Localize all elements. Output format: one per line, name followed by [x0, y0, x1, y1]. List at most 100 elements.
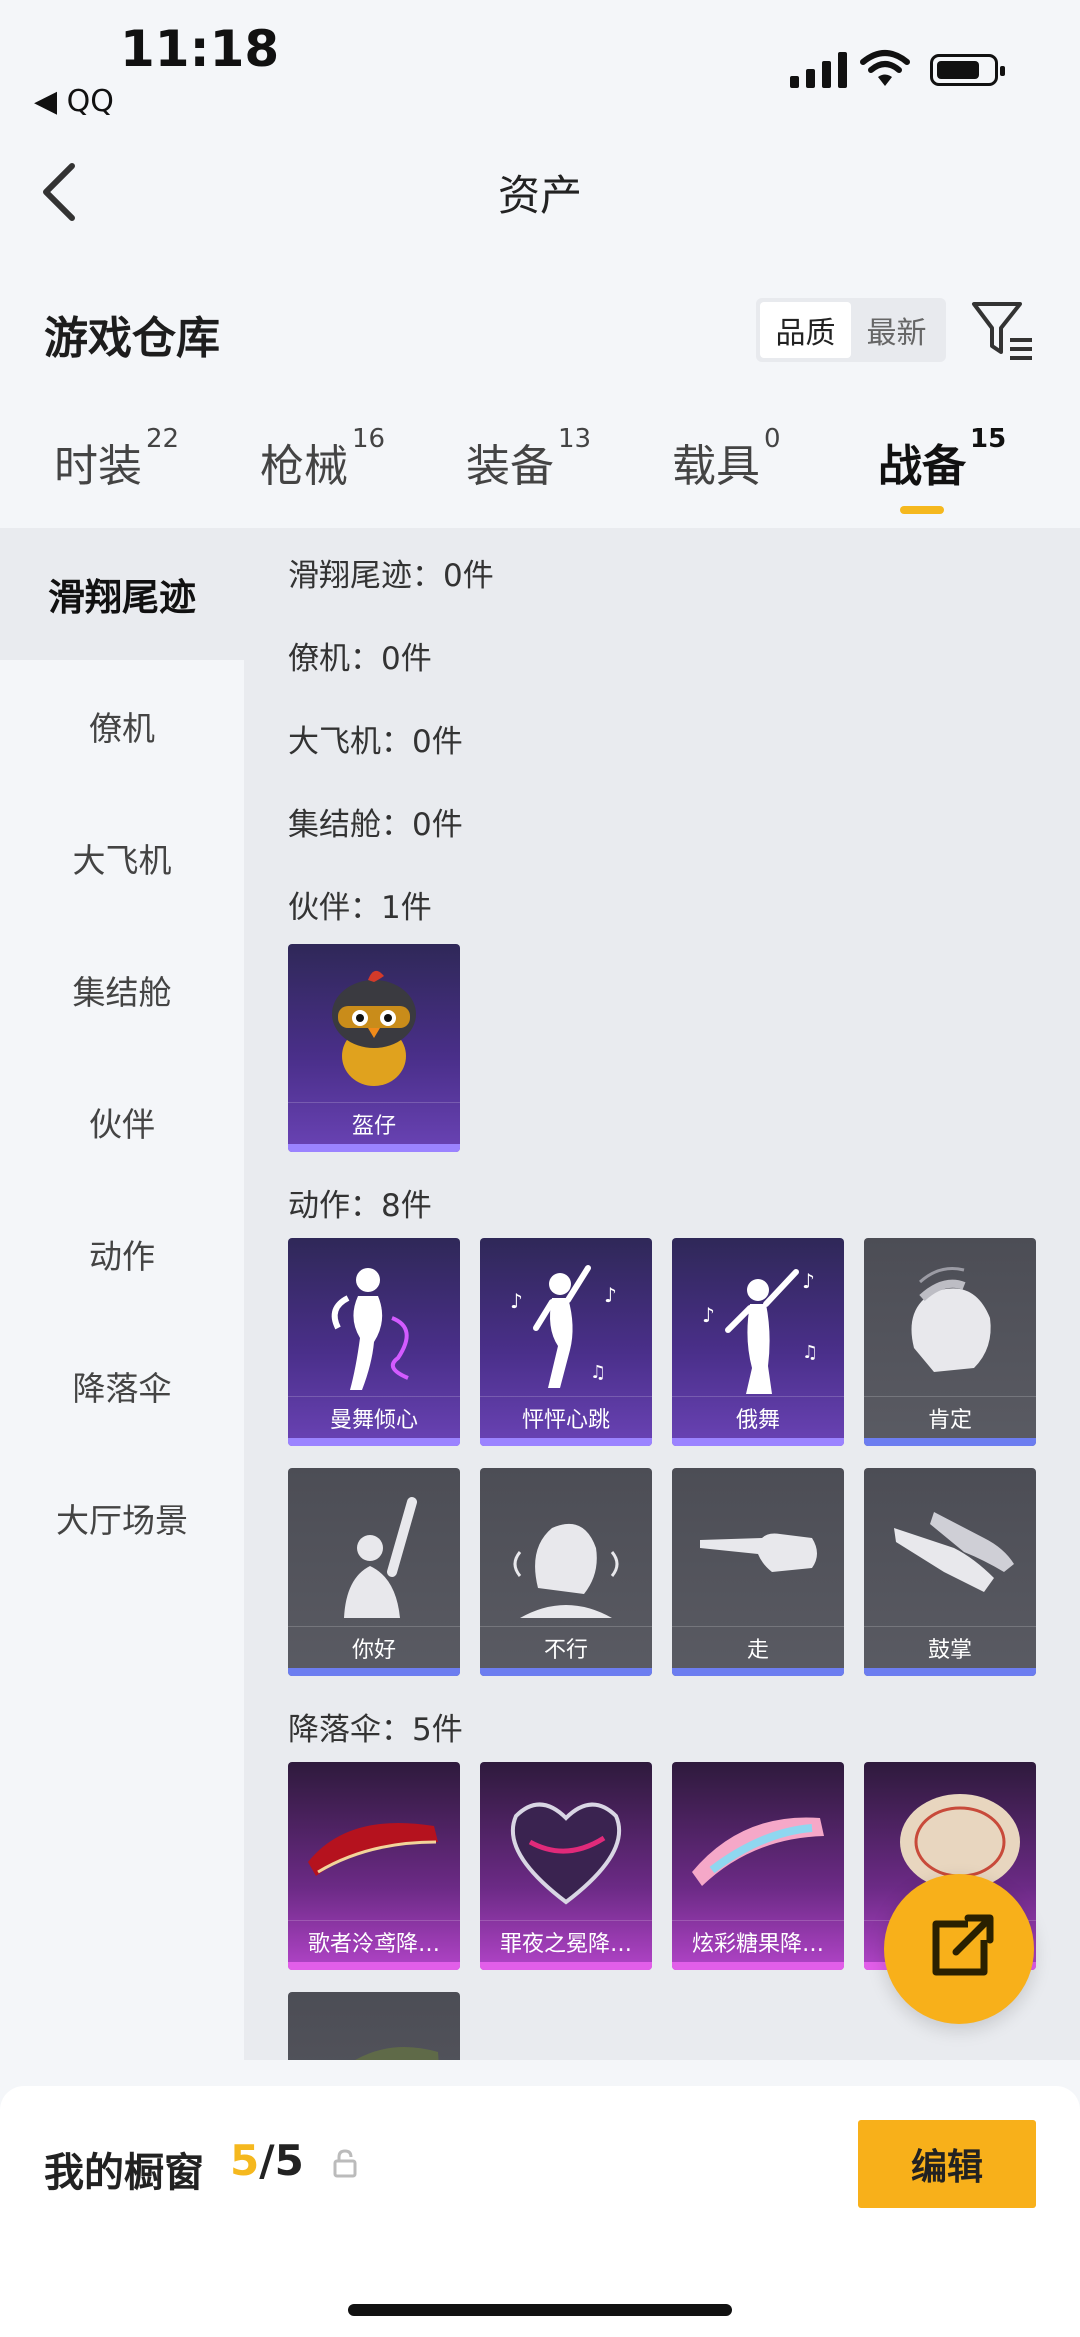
parachute-icon: [355, 2047, 439, 2060]
item-name: 肯定: [864, 1396, 1036, 1438]
sidebar-item-glide-trail[interactable]: 滑翔尾迹: [0, 528, 244, 660]
dance-icon: ♪ ♪ ♫: [702, 1269, 818, 1394]
showcase-count-current: 5: [230, 2136, 260, 2185]
item-list: 滑翔尾迹：0件 僚机：0件 大飞机：0件 集结舱：0件 伙伴：1件 盔仔 动作：…: [244, 528, 1080, 2060]
tab-combat-supplies[interactable]: 战备15: [878, 424, 1006, 494]
item-card-companion[interactable]: 盔仔: [288, 944, 460, 1152]
item-card-emote[interactable]: ♪ ♪ ♫ 俄舞: [672, 1238, 844, 1446]
rarity-bar: [864, 1668, 1036, 1676]
item-card-emote[interactable]: 曼舞倾心: [288, 1238, 460, 1446]
rarity-bar: [288, 1144, 460, 1152]
sidebar-item-assembly-pod[interactable]: 集结舱: [0, 924, 244, 1056]
item-name: 怦怦心跳: [480, 1396, 652, 1438]
svg-text:♪: ♪: [510, 1289, 523, 1313]
item-card-parachute[interactable]: 罪夜之冕降…: [480, 1762, 652, 1970]
sort-quality-button[interactable]: 品质: [760, 302, 851, 358]
tab-vehicles[interactable]: 载具0: [672, 424, 781, 494]
item-card-parachute[interactable]: [288, 1992, 460, 2060]
rarity-bar: [480, 1962, 652, 1970]
share-button[interactable]: [884, 1874, 1034, 2024]
rarity-bar: [288, 1668, 460, 1676]
section-header-parachute: 降落伞：5件: [288, 1712, 463, 1748]
section-header-assembly-pod: 集结舱：0件: [288, 807, 463, 843]
dance-icon: [331, 1268, 409, 1390]
item-name: 曼舞倾心: [288, 1396, 460, 1438]
rarity-bar: [672, 1438, 844, 1446]
item-card-emote[interactable]: 不行: [480, 1468, 652, 1676]
tab-firearms[interactable]: 枪械16: [260, 424, 385, 494]
active-tab-indicator: [900, 506, 944, 514]
tab-count: 16: [352, 424, 386, 454]
sidebar-item-big-plane[interactable]: 大飞机: [0, 792, 244, 924]
showcase-count-total: /5: [259, 2136, 304, 2185]
sidebar-item-companion[interactable]: 伙伴: [0, 1056, 244, 1188]
point-hand-icon: [700, 1533, 817, 1572]
parachute-icon: [510, 1802, 622, 1905]
section-header-glide-trail: 滑翔尾迹：0件: [288, 558, 494, 594]
svg-text:♫: ♫: [802, 1342, 818, 1363]
rarity-bar: [288, 1438, 460, 1446]
item-card-emote[interactable]: 肯定: [864, 1238, 1036, 1446]
item-name: 俄舞: [672, 1396, 844, 1438]
item-name: 走: [672, 1626, 844, 1668]
item-card-emote[interactable]: ♪ ♪ ♫ 怦怦心跳: [480, 1238, 652, 1446]
item-card-parachute[interactable]: 炫彩糖果降…: [672, 1762, 844, 1970]
rarity-bar: [288, 1962, 460, 1970]
showcase-count: 5/5: [230, 2136, 304, 2185]
home-indicator[interactable]: [348, 2304, 732, 2316]
tab-label: 装备: [466, 441, 554, 492]
tab-count: 22: [146, 424, 180, 454]
section-header-wingman: 僚机：0件: [288, 641, 432, 677]
tab-label: 时装: [54, 441, 142, 492]
sort-segment: 品质 最新: [756, 298, 946, 362]
item-name: 你好: [288, 1626, 460, 1668]
tab-equipment[interactable]: 装备13: [466, 424, 591, 494]
item-name: 罪夜之冕降…: [480, 1920, 652, 1962]
item-card-emote[interactable]: 走: [672, 1468, 844, 1676]
item-name: 盔仔: [288, 1102, 460, 1144]
showcase-label: 我的橱窗: [44, 2150, 204, 2196]
back-to-app-link[interactable]: ◀ QQ: [34, 84, 114, 119]
section-header-companion: 伙伴：1件: [288, 890, 432, 926]
item-name: 鼓掌: [864, 1626, 1036, 1668]
item-card-emote[interactable]: 鼓掌: [864, 1468, 1036, 1676]
sidebar-item-parachute[interactable]: 降落伞: [0, 1320, 244, 1452]
parachute-icon: [692, 1817, 824, 1886]
tab-label: 战备: [878, 441, 966, 492]
sidebar-item-lobby-scene[interactable]: 大厅场景: [0, 1452, 244, 1584]
status-bar: 11:18 ◀ QQ: [0, 0, 1080, 130]
rarity-bar: [672, 1962, 844, 1970]
nod-icon: [911, 1267, 991, 1372]
sidebar-item-emotes[interactable]: 动作: [0, 1188, 244, 1320]
item-name: 炫彩糖果降…: [672, 1920, 844, 1962]
tab-count: 0: [764, 424, 781, 454]
signal-icon: [790, 52, 847, 88]
page-title: 资产: [497, 171, 582, 220]
battery-icon: [930, 54, 1005, 86]
tab-fashion[interactable]: 时装22: [54, 424, 179, 494]
rarity-bar: [864, 1438, 1036, 1446]
item-card-parachute[interactable]: 歌者泠鸢降…: [288, 1762, 460, 1970]
clap-icon: [894, 1512, 1014, 1592]
sort-newest-button[interactable]: 最新: [851, 302, 942, 358]
warehouse-title: 游戏仓库: [44, 313, 220, 364]
item-name: 歌者泠鸢降…: [288, 1920, 460, 1962]
tab-label: 载具: [672, 441, 760, 492]
tab-label: 枪械: [260, 441, 348, 492]
share-icon: [932, 1914, 994, 1976]
item-card-emote[interactable]: 你好: [288, 1468, 460, 1676]
edit-button[interactable]: 编辑: [858, 2120, 1036, 2208]
shake-head-icon: [513, 1523, 619, 1618]
parachute-icon: [308, 1822, 438, 1876]
rarity-bar: [480, 1668, 652, 1676]
wifi-icon: [860, 50, 910, 86]
rarity-bar: [480, 1438, 652, 1446]
svg-text:♪: ♪: [604, 1283, 617, 1307]
sidebar: 滑翔尾迹 僚机 大飞机 集结舱 伙伴 动作 降落伞 大厅场景: [0, 528, 244, 2060]
clock: 11:18: [120, 20, 280, 78]
section-header-big-plane: 大飞机：0件: [288, 724, 463, 760]
filter-icon[interactable]: [970, 298, 1034, 362]
item-name: 不行: [480, 1626, 652, 1668]
svg-text:♪: ♪: [802, 1269, 815, 1293]
sidebar-item-wingman[interactable]: 僚机: [0, 660, 244, 792]
